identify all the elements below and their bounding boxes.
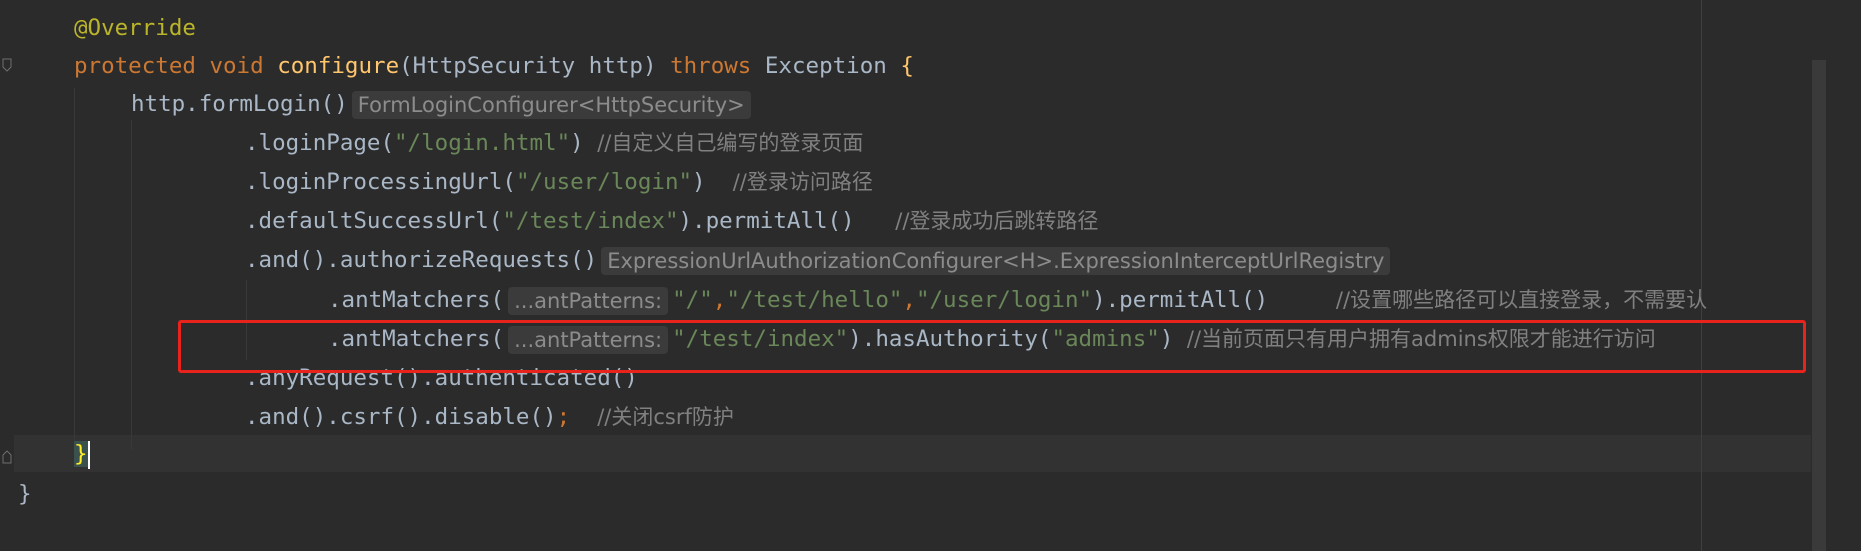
code-text: ) [570,130,598,156]
indent-guide [131,120,132,450]
code-line-5[interactable]: .loginProcessingUrl("/user/login") //登录访… [245,164,873,201]
type-hint: ExpressionUrlAuthorizationConfigurer<H>.… [601,246,1391,275]
semicolon: ; [556,404,571,430]
fold-marker-icon[interactable] [2,58,12,72]
code-line-6[interactable]: .defaultSuccessUrl("/test/index").permit… [245,203,1098,240]
code-text: http.formLogin() [131,91,348,117]
keyword-void: void [209,53,264,79]
code-line-1[interactable]: @Override [74,10,196,47]
method-params: (HttpSecurity http) [399,53,671,79]
parameter-hint: ...antPatterns: [508,286,669,315]
keyword-throws: throws [670,53,752,79]
code-text: ).permitAll() [678,208,896,234]
right-margin-guide [1701,0,1702,551]
code-line-12[interactable]: } [74,436,90,473]
string-literal: "/test/index" [502,208,679,234]
vertical-scrollbar[interactable] [1812,60,1826,551]
code-line-3[interactable]: http.formLogin() FormLoginConfigurer<Http… [131,86,755,123]
code-line-11[interactable]: .and().csrf().disable(); //关闭csrf防护 [245,399,734,436]
close-brace: } [74,441,88,467]
code-text: .loginProcessingUrl( [245,169,516,195]
open-brace: { [900,53,914,79]
string-literal: "/" [672,287,713,313]
code-text: ).permitAll() [1092,287,1336,313]
code-line-7[interactable]: .and().authorizeRequests() ExpressionUrlA… [245,242,1394,279]
code-comment: //登录成功后跳转路径 [895,209,1099,233]
editor-gutter [0,0,14,551]
code-text: .and().csrf().disable() [245,404,557,430]
code-comment: //关闭csrf防护 [597,405,734,429]
highlight-annotation-box [178,320,1806,373]
code-line-8[interactable]: .antMatchers(...antPatterns: "/","/test/h… [328,282,1707,319]
text-caret [87,440,90,469]
code-line-13[interactable]: } [18,476,32,513]
method-name: configure [277,53,400,79]
comma: , [712,287,727,313]
code-comment: //登录访问路径 [732,170,873,194]
code-editor[interactable]: @Override protected void configure(HttpS… [0,0,1861,551]
code-text: .defaultSuccessUrl( [245,208,503,234]
string-literal: "/user/login" [915,287,1093,313]
class-close-brace: } [18,481,32,507]
indent-guide [74,88,75,450]
string-literal: "/test/hello" [726,287,903,313]
code-line-4[interactable]: .loginPage("/login.html") //自定义自己编写的登录页面 [245,125,863,162]
comma: , [902,287,916,313]
code-comment: //设置哪些路径可以直接登录，不需要认 [1335,288,1708,312]
type-hint: FormLoginConfigurer<HttpSecurity> [351,90,751,119]
code-text: .loginPage( [245,130,395,156]
string-literal: "/user/login" [515,169,693,195]
exception-type: Exception [751,53,901,79]
code-text: .and().authorizeRequests() [245,247,598,273]
keyword-protected: protected [74,53,196,79]
code-text: ) [692,169,733,195]
string-literal: "/login.html" [394,130,571,156]
override-annotation: @Override [74,15,196,41]
code-text: .antMatchers( [328,287,505,313]
code-comment: //自定义自己编写的登录页面 [597,131,864,155]
current-line-highlight [14,435,1811,472]
code-line-2[interactable]: protected void configure(HttpSecurity ht… [74,48,914,85]
fold-marker-icon[interactable] [2,450,12,464]
